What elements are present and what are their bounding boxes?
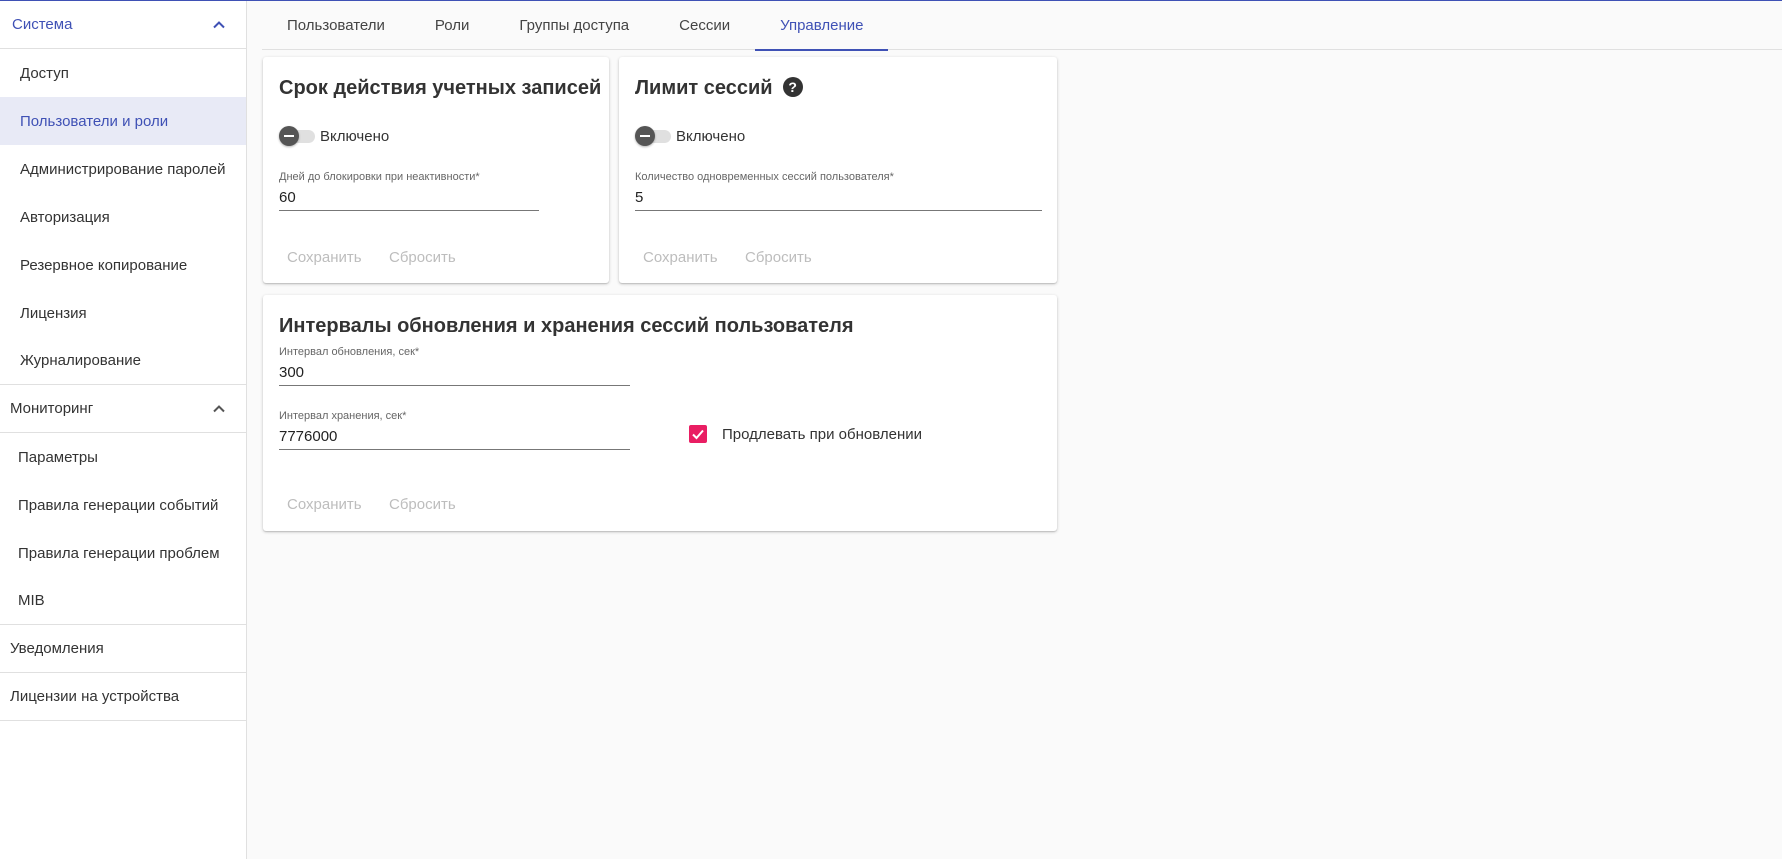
- field-label: Интервал хранения, сек*: [279, 410, 407, 422]
- save-button[interactable]: Сохранить: [287, 249, 362, 266]
- account-expiry-toggle[interactable]: Включено: [279, 126, 389, 146]
- sidebar-item-logging[interactable]: Журналирование: [0, 337, 246, 385]
- concurrent-sessions-field: Количество одновременных сессий пользова…: [635, 171, 1042, 211]
- concurrent-sessions-input[interactable]: [635, 185, 1042, 211]
- sidebar-group-label: Лицензии на устройства: [10, 688, 180, 705]
- sidebar-item-label: Лицензия: [20, 304, 87, 322]
- sidebar-group-notifications[interactable]: Уведомления: [0, 625, 246, 673]
- sidebar-item-label: Журналирование: [20, 352, 141, 369]
- card-title: Интервалы обновления и хранения сессий п…: [279, 315, 854, 337]
- sidebar-item-access[interactable]: Доступ: [0, 49, 246, 97]
- toggle-switch[interactable]: [635, 126, 671, 146]
- field-label: Интервал обновления, сек*: [279, 346, 420, 358]
- extend-on-refresh-row[interactable]: Продлевать при обновлении: [689, 425, 922, 443]
- sidebar-item-label: MIB: [18, 592, 45, 609]
- save-button[interactable]: Сохранить: [287, 496, 362, 513]
- sidebar-item-backup[interactable]: Резервное копирование: [0, 241, 246, 289]
- refresh-interval-input[interactable]: [279, 360, 630, 386]
- sidebar-item-label: Правила генерации проблем: [18, 544, 220, 562]
- sidebar-item-authorization[interactable]: Авторизация: [0, 193, 246, 241]
- sidebar-item-label: Параметры: [18, 448, 98, 466]
- tab-bar: Пользователи Роли Группы доступа Сессии …: [262, 1, 1782, 51]
- check-icon: [692, 429, 704, 440]
- sidebar-item-event-rules[interactable]: Правила генерации событий: [0, 481, 246, 529]
- sidebar-item-label: Доступ: [20, 64, 69, 82]
- sidebar-item-label: Резервное копирование: [20, 256, 188, 274]
- chevron-up-icon: [212, 402, 226, 416]
- sidebar-group-label: Мониторинг: [10, 400, 94, 417]
- reset-button[interactable]: Сбросить: [389, 249, 456, 266]
- tab-label: Сессии: [679, 17, 731, 34]
- sidebar-item-label: Правила генерации событий: [18, 496, 219, 514]
- sidebar-item-password-admin[interactable]: Администрирование паролей: [0, 145, 246, 193]
- sidebar-group-system[interactable]: Система: [0, 1, 246, 49]
- extend-on-refresh-checkbox[interactable]: [689, 425, 707, 443]
- sidebar-group-device-licenses[interactable]: Лицензии на устройства: [0, 673, 246, 721]
- card-title: Срок действия учетных записей: [279, 77, 602, 99]
- toggle-label: Включено: [676, 127, 746, 145]
- tab-roles[interactable]: Роли: [410, 1, 495, 50]
- card-title-text: Лимит сессий: [635, 77, 773, 99]
- tab-label: Роли: [434, 17, 470, 34]
- inactivity-days-input[interactable]: [279, 185, 539, 211]
- card-title: Лимит сессий?: [635, 77, 803, 100]
- save-button[interactable]: Сохранить: [643, 249, 718, 266]
- sidebar-item-label: Авторизация: [20, 208, 110, 226]
- toggle-switch[interactable]: [279, 126, 315, 146]
- storage-interval-input[interactable]: [279, 424, 630, 450]
- sidebar-item-users-roles[interactable]: Пользователи и роли: [0, 97, 246, 145]
- tab-label: Управление: [780, 17, 864, 34]
- sidebar-item-mib[interactable]: MIB: [0, 577, 246, 625]
- session-limit-toggle[interactable]: Включено: [635, 126, 745, 146]
- minus-icon: [635, 126, 655, 146]
- refresh-interval-field: Интервал обновления, сек*: [279, 346, 630, 386]
- tab-label: Пользователи: [287, 17, 385, 34]
- sidebar-item-label: Пользователи и роли: [20, 112, 169, 130]
- tab-management[interactable]: Управление: [755, 1, 889, 51]
- sidebar-group-label: Уведомления: [10, 640, 104, 657]
- sidebar-group-monitoring[interactable]: Мониторинг: [0, 385, 246, 433]
- session-limit-card: Лимит сессий? Включено Количество одновр…: [619, 57, 1057, 283]
- inactivity-days-field: Дней до блокировки при неактивности*: [279, 171, 539, 211]
- account-expiry-card: Срок действия учетных записей Включено Д…: [263, 57, 609, 283]
- reset-button[interactable]: Сбросить: [745, 249, 812, 266]
- tab-users[interactable]: Пользователи: [262, 1, 410, 50]
- sidebar-item-label: Администрирование паролей: [20, 160, 226, 178]
- chevron-up-icon: [212, 18, 226, 32]
- help-icon[interactable]: ?: [782, 77, 803, 97]
- sidebar-group-label: Система: [12, 16, 73, 33]
- sidebar: Система Доступ Пользователи и роли Админ…: [0, 1, 247, 859]
- toggle-label: Включено: [320, 127, 390, 145]
- minus-icon: [279, 126, 299, 146]
- tab-access-groups[interactable]: Группы доступа: [494, 1, 654, 50]
- tab-sessions[interactable]: Сессии: [654, 1, 755, 50]
- sidebar-item-problem-rules[interactable]: Правила генерации проблем: [0, 529, 246, 577]
- field-label: Дней до блокировки при неактивности*: [279, 171, 480, 183]
- session-intervals-card: Интервалы обновления и хранения сессий п…: [263, 295, 1057, 531]
- sidebar-item-license[interactable]: Лицензия: [0, 289, 246, 337]
- checkbox-label: Продлевать при обновлении: [722, 425, 922, 443]
- storage-interval-field: Интервал хранения, сек*: [279, 410, 630, 450]
- field-label: Количество одновременных сессий пользова…: [635, 171, 894, 183]
- sidebar-item-parameters[interactable]: Параметры: [0, 433, 246, 481]
- reset-button[interactable]: Сбросить: [389, 496, 456, 513]
- tab-label: Группы доступа: [519, 17, 630, 34]
